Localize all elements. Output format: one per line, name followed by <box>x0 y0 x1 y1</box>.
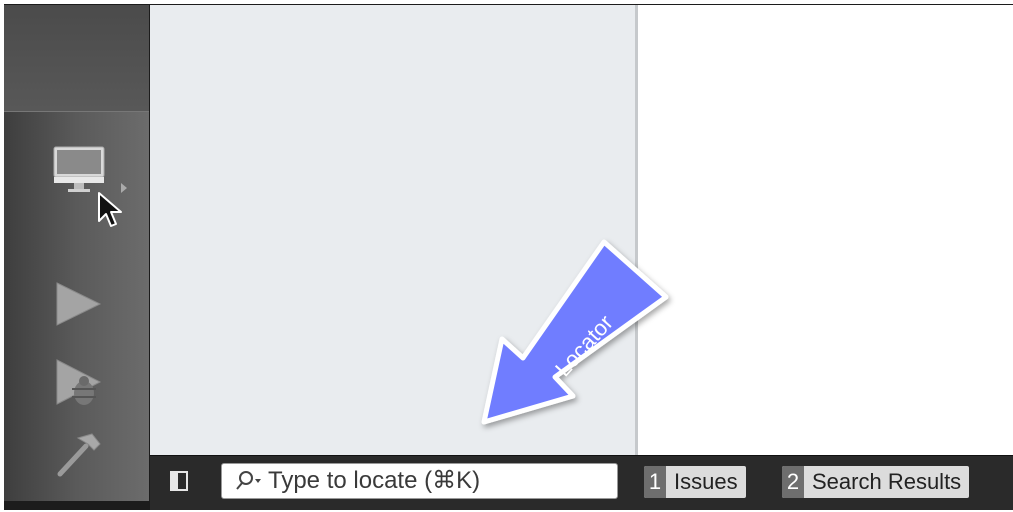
navigator-filter-bar: 1 Issues 2 Search Results <box>150 455 1013 510</box>
hammer-icon[interactable] <box>54 430 104 480</box>
issues-tab[interactable]: 1 Issues <box>644 466 746 498</box>
issues-tab-label: Issues <box>674 469 738 494</box>
hide-navigator-button[interactable] <box>170 471 188 491</box>
mode-sidebar <box>4 5 149 501</box>
computer-icon[interactable] <box>52 145 108 195</box>
locator-field[interactable] <box>221 463 618 499</box>
search-results-tab[interactable]: 2 Search Results <box>782 466 970 498</box>
search-icon[interactable] <box>234 470 264 492</box>
sidebar-header <box>4 5 149 112</box>
search-results-count-badge: 2 <box>782 466 804 498</box>
locator-input[interactable] <box>268 466 608 496</box>
issues-count-badge: 1 <box>644 466 666 498</box>
editor-area <box>638 5 1013 455</box>
debug-icon[interactable] <box>54 357 104 412</box>
search-results-tab-label: Search Results <box>812 469 962 494</box>
locator-callout-arrow: Locator <box>470 232 680 442</box>
mouse-cursor-icon <box>96 191 124 231</box>
play-icon[interactable] <box>54 280 104 330</box>
